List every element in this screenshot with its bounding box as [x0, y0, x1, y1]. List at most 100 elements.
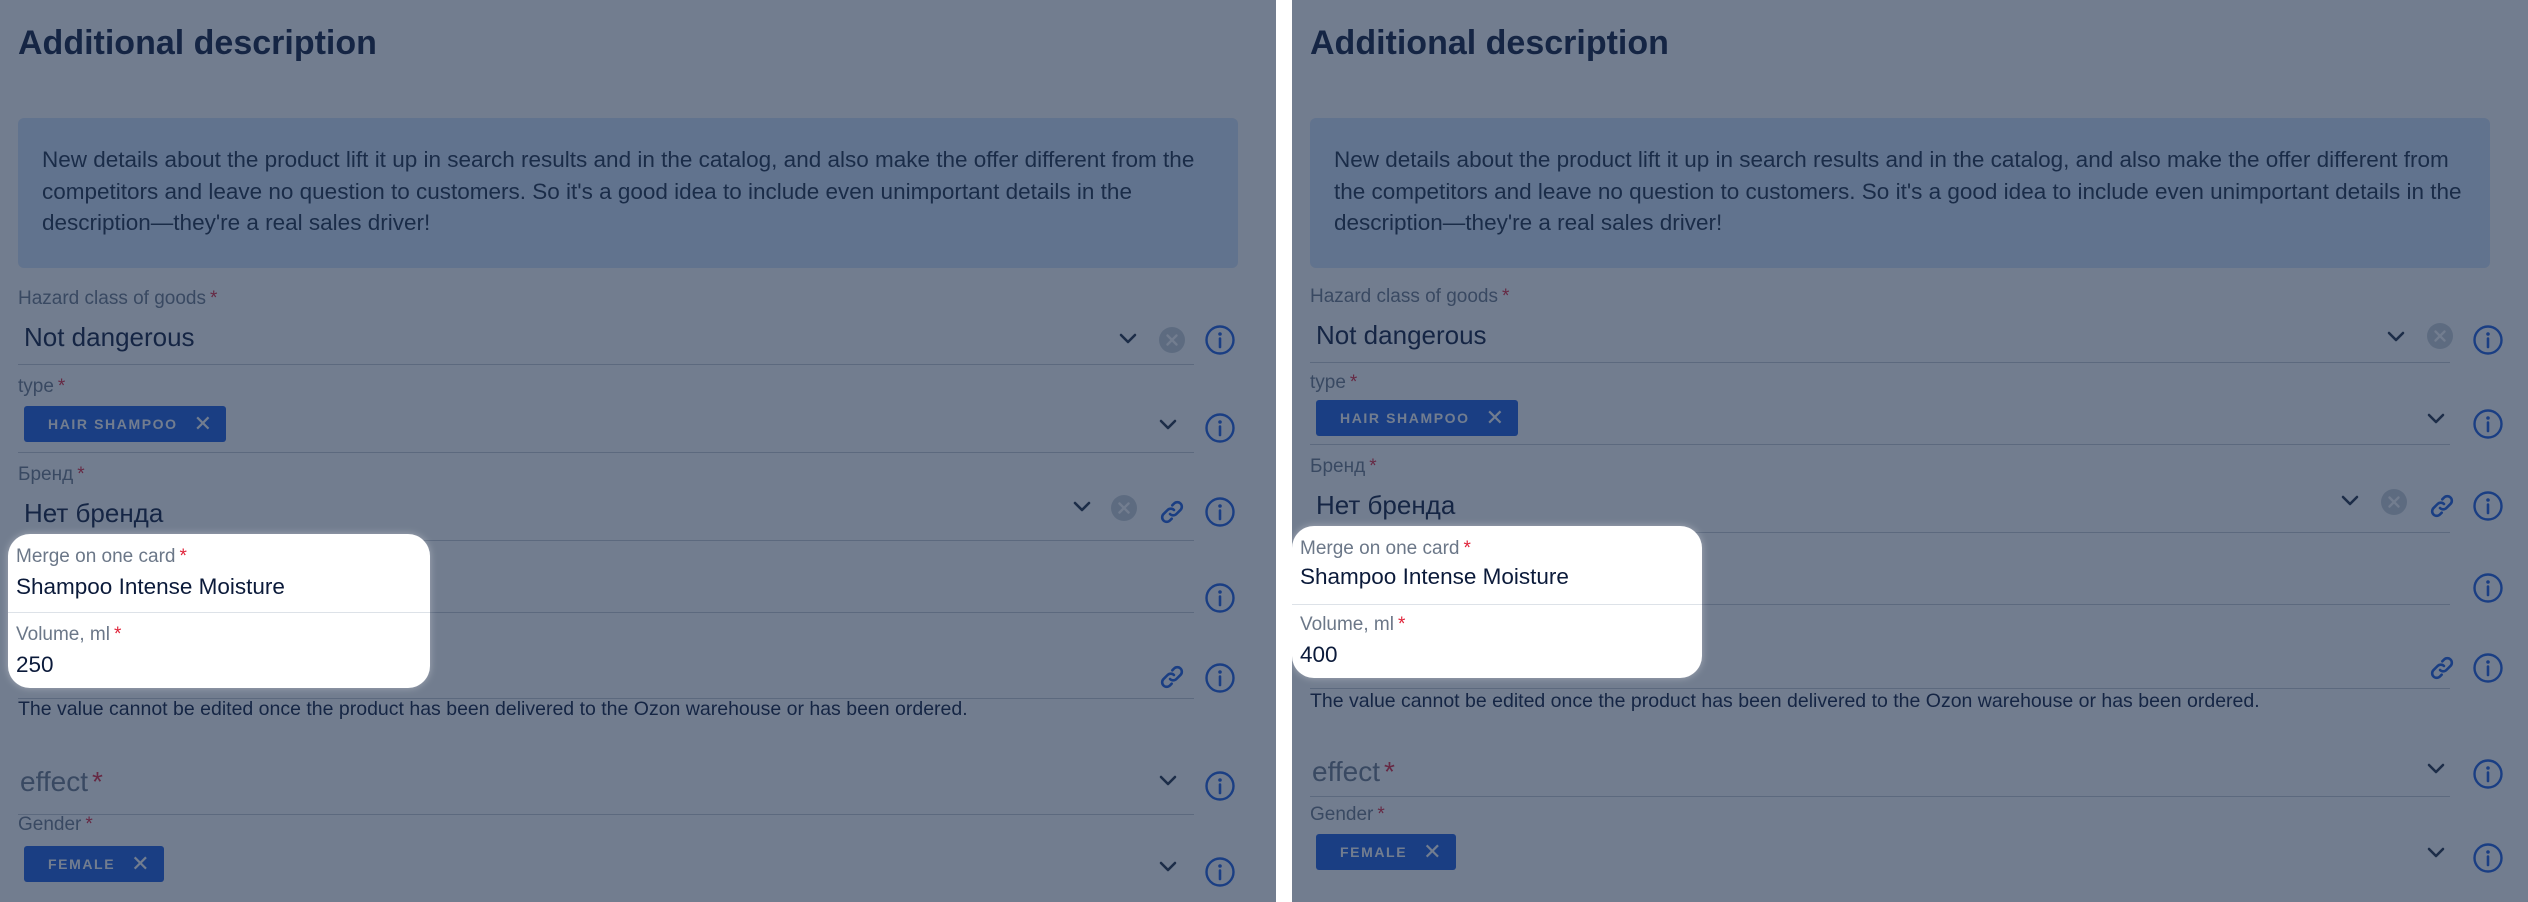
gender-chip-label: FEMALE [1340, 844, 1408, 860]
volume-hint: The value cannot be edited once the prod… [1310, 690, 2260, 712]
panel-divider [1276, 0, 1292, 902]
volume-hint: The value cannot be edited once the prod… [18, 698, 968, 720]
field-separator [8, 612, 430, 613]
required-mark: * [85, 814, 93, 835]
highlighted-fields-card: Merge on one card * Shampoo Intense Moist… [8, 534, 430, 688]
link-icon[interactable] [2427, 491, 2457, 521]
type-label: type [18, 376, 54, 397]
info-icon[interactable] [2472, 842, 2504, 874]
hazard-class-value: Not dangerous [1316, 320, 1487, 350]
field-underline [1310, 362, 2450, 363]
highlighted-fields-card: Merge on one card * Shampoo Intense Moist… [1292, 526, 1702, 678]
info-icon[interactable] [2472, 408, 2504, 440]
required-mark: * [77, 464, 85, 485]
field-underline [18, 814, 1194, 815]
remove-icon[interactable]: ✕ [1486, 407, 1504, 429]
brand-label: Бренд [1310, 456, 1366, 477]
merge-input[interactable]: Shampoo Intense Moisture [16, 574, 285, 600]
chevron-down-icon[interactable] [2426, 412, 2446, 426]
chevron-down-icon[interactable] [2340, 494, 2360, 508]
brand-value: Нет бренда [1316, 490, 1456, 520]
info-icon[interactable] [2472, 572, 2504, 604]
info-icon[interactable] [1204, 662, 1236, 694]
gender-chip-label: FEMALE [48, 856, 116, 872]
info-icon[interactable] [2472, 758, 2504, 790]
info-icon[interactable] [1204, 770, 1236, 802]
chevron-down-icon[interactable] [1158, 774, 1178, 788]
volume-label: Volume, ml [1300, 614, 1394, 635]
info-icon[interactable] [2472, 652, 2504, 684]
info-icon[interactable] [2472, 490, 2504, 522]
field-underline [1310, 688, 2450, 689]
volume-input[interactable]: 400 [1300, 642, 1338, 668]
chevron-down-icon[interactable] [2386, 330, 2406, 344]
info-icon[interactable] [1204, 856, 1236, 888]
chevron-down-icon[interactable] [1118, 332, 1138, 346]
clear-icon[interactable] [2426, 322, 2454, 350]
chevron-down-icon[interactable] [1072, 500, 1092, 514]
section-title: Additional description [18, 24, 377, 62]
link-icon[interactable] [1157, 662, 1187, 692]
info-icon[interactable] [2472, 324, 2504, 356]
clear-icon[interactable] [1110, 494, 1138, 522]
panel-before: Additional description New details about… [0, 0, 1276, 902]
required-mark: * [1397, 614, 1406, 635]
field-underline [1310, 796, 2450, 797]
chevron-down-icon[interactable] [2426, 846, 2446, 860]
merge-input[interactable]: Shampoo Intense Moisture [1300, 564, 1569, 590]
info-icon[interactable] [1204, 496, 1236, 528]
panel-after: Additional description New details about… [1292, 0, 2528, 902]
required-mark: * [1349, 372, 1358, 393]
info-icon[interactable] [1204, 324, 1236, 356]
clear-icon[interactable] [2380, 488, 2408, 516]
hazard-class-label: Hazard class of goods [1310, 286, 1498, 307]
type-chip-label: HAIR SHAMPOO [48, 416, 178, 432]
hazard-class-label: Hazard class of goods [18, 288, 206, 309]
type-chip-label: HAIR SHAMPOO [1340, 410, 1470, 426]
type-chip: HAIR SHAMPOO ✕ [24, 406, 227, 442]
link-icon[interactable] [1157, 497, 1187, 527]
chevron-down-icon[interactable] [2426, 762, 2446, 776]
remove-icon[interactable]: ✕ [131, 853, 149, 875]
required-mark: * [1502, 286, 1510, 307]
merge-label: Merge on one card [1300, 538, 1460, 559]
required-mark: * [1377, 804, 1385, 825]
chevron-down-icon[interactable] [1158, 418, 1178, 432]
gender-chip: FEMALE ✕ [24, 846, 164, 882]
field-underline [18, 452, 1194, 453]
info-banner: New details about the product lift it up… [18, 118, 1238, 268]
effect-placeholder: effect [20, 766, 88, 797]
info-icon[interactable] [1204, 412, 1236, 444]
required-mark: * [91, 766, 103, 797]
type-chip: HAIR SHAMPOO ✕ [1316, 400, 1519, 436]
gender-chip: FEMALE ✕ [1316, 834, 1456, 870]
effect-placeholder: effect [1312, 756, 1380, 787]
link-icon[interactable] [2427, 653, 2457, 683]
type-label: type [1310, 372, 1346, 393]
field-underline [18, 364, 1194, 365]
required-mark: * [1369, 456, 1377, 477]
required-mark: * [57, 376, 66, 397]
clear-icon[interactable] [1158, 326, 1186, 354]
remove-icon[interactable]: ✕ [1423, 841, 1441, 863]
info-banner: New details about the product lift it up… [1310, 118, 2490, 268]
gender-label: Gender [1310, 804, 1374, 825]
brand-label: Бренд [18, 464, 74, 485]
brand-value: Нет бренда [24, 498, 164, 528]
required-mark: * [210, 288, 218, 309]
info-banner-text: New details about the product lift it up… [42, 147, 1195, 235]
info-banner-text: New details about the product lift it up… [1334, 147, 2462, 235]
chevron-down-icon[interactable] [1158, 860, 1178, 874]
required-mark: * [1383, 756, 1395, 787]
remove-icon[interactable]: ✕ [194, 413, 212, 435]
gender-label: Gender [18, 814, 82, 835]
volume-label: Volume, ml [16, 624, 110, 645]
volume-input[interactable]: 250 [16, 652, 54, 678]
info-icon[interactable] [1204, 582, 1236, 614]
required-mark: * [179, 546, 187, 567]
required-mark: * [113, 624, 122, 645]
field-separator [1292, 604, 1702, 605]
section-title: Additional description [1310, 24, 1669, 62]
field-underline [1310, 444, 2450, 445]
hazard-class-value: Not dangerous [24, 322, 195, 352]
